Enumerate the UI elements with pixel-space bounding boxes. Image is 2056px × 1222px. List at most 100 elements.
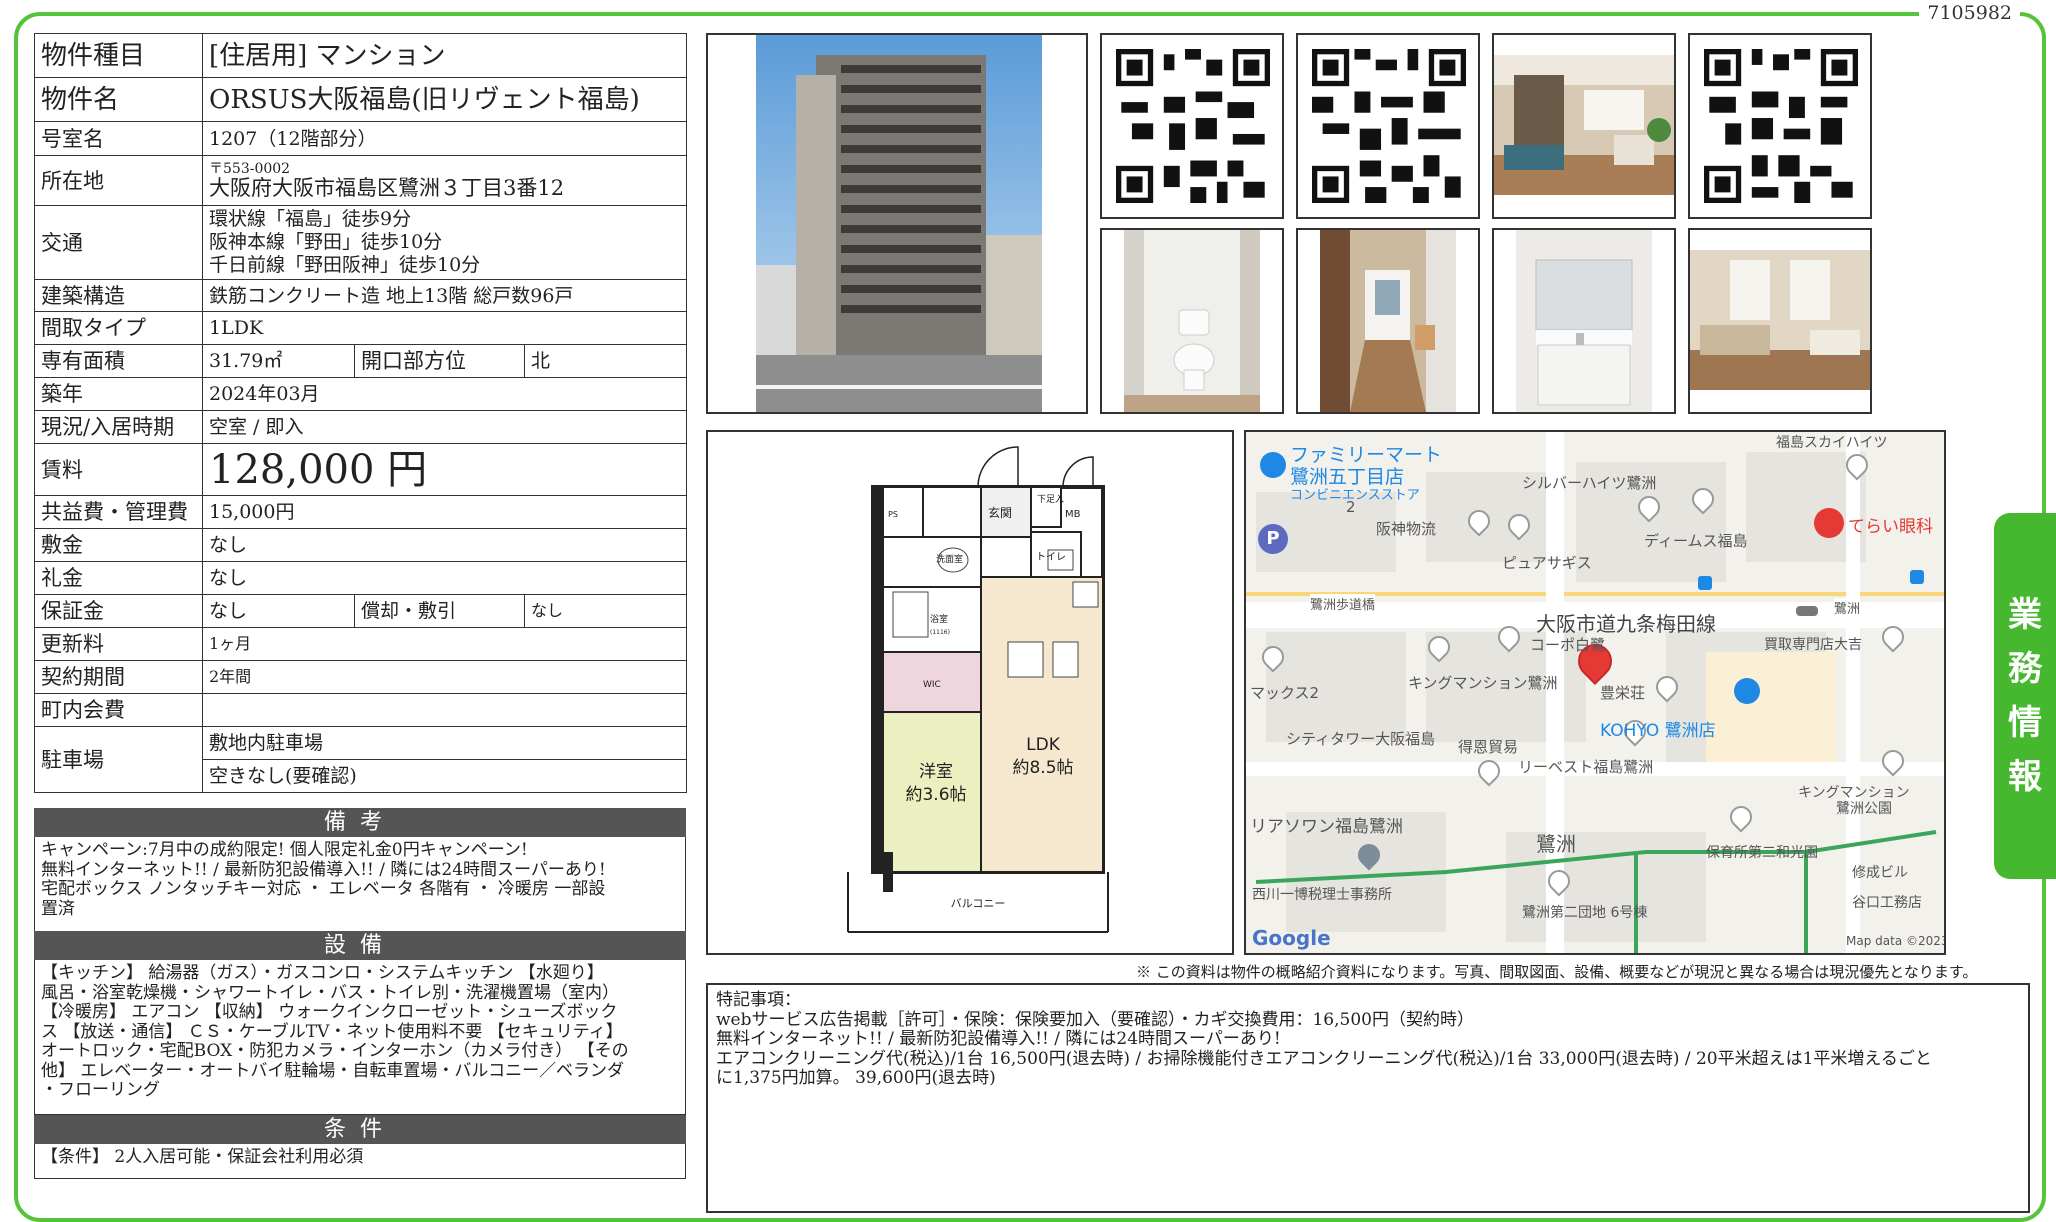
- amort-value: なし: [524, 594, 687, 628]
- deposit-value: なし: [202, 528, 687, 562]
- interior-photo-living[interactable]: [1492, 33, 1676, 219]
- town-value: [202, 693, 687, 727]
- parking-label: 駐車場: [34, 726, 203, 793]
- deposit-label: 敷金: [34, 528, 203, 562]
- fee-label: 共益費・管理費: [34, 495, 203, 529]
- document-id: 7105982: [1919, 2, 2020, 24]
- map-label: 2: [1346, 498, 1356, 516]
- tab-char: 報: [2008, 757, 2042, 797]
- setsubi-line: ス 【放送・通信】 ＣＳ・ケーブルTV・ネット使用料不要 【セキュリティ】: [41, 1021, 623, 1042]
- ps-label: PS: [888, 510, 898, 519]
- traffic-line: 阪神本線「野田」徒歩10分: [209, 231, 443, 253]
- building-photo-frame[interactable]: [706, 33, 1088, 414]
- renewal-label: 更新料: [34, 627, 203, 661]
- rent-label: 賃料: [34, 443, 203, 496]
- fee-value: 15,000円: [202, 495, 687, 529]
- guarantee-label: 保証金: [34, 594, 203, 628]
- contract-label: 契約期間: [34, 660, 203, 694]
- qr-code-icon: [1312, 49, 1466, 203]
- key-money-value: なし: [202, 561, 687, 595]
- area-label: 専有面積: [34, 344, 203, 378]
- status-label: 現況/入居時期: [34, 410, 203, 444]
- traffic-signal-icon: [1796, 606, 1818, 616]
- map-label: 谷口工務店: [1852, 895, 1922, 911]
- bus-stop-icon: [1910, 570, 1924, 584]
- familymart-icon[interactable]: [1260, 452, 1286, 478]
- living-room-photo: [1494, 55, 1674, 195]
- map-label: 鷺洲: [1536, 832, 1576, 856]
- traffic-label: 交通: [34, 205, 203, 280]
- room1-label: 洋室: [919, 762, 953, 782]
- business-info-tab[interactable]: 業 務 情 報: [1994, 513, 2056, 879]
- interior-photo-washroom[interactable]: [1492, 228, 1676, 414]
- setsubi-line: 【冷暖房】 エアコン 【収納】 ウォークインクローゼット・シューズボック: [41, 1002, 618, 1022]
- built-value: 2024年03月: [202, 377, 687, 411]
- biko-line: キャンペーン:7月中の成約限定! 個人限定礼金0円キャンペーン!: [41, 840, 528, 860]
- kohyo-shop-icon[interactable]: [1734, 678, 1760, 704]
- status-value: 空室 / 即入: [202, 410, 687, 444]
- washroom-photo: [1516, 230, 1652, 412]
- setsubi-line: オートロック・宅配BOX・防犯カメラ・インターホン（カメラ付き） 【その: [41, 1041, 629, 1061]
- map-label: コーポ白鷺: [1530, 636, 1606, 654]
- qr-code-3[interactable]: [1688, 33, 1872, 219]
- jouken-header: 条件: [34, 1115, 686, 1144]
- clinic-icon[interactable]: [1814, 508, 1844, 538]
- jouken-body: 【条件】 2人入居可能・保証会社利用必須: [34, 1144, 686, 1179]
- bath-label: 浴室: [930, 613, 948, 625]
- traffic-line: 環状線「福島」徒歩9分: [209, 208, 412, 230]
- qr-code-1[interactable]: [1100, 33, 1284, 219]
- qr-code-icon: [1704, 49, 1858, 203]
- disclaimer-notice: ※ この資料は物件の概略紹介資料になります。写真、間取図面、設備、概要などが現況…: [1136, 963, 1978, 981]
- map-label: 修成ビル: [1852, 865, 1908, 881]
- map-label: シティタワー大阪福島: [1286, 730, 1436, 748]
- map-label: リーベスト福島鷺洲: [1518, 758, 1654, 776]
- interior-photo-toilet[interactable]: [1100, 228, 1284, 414]
- wic-label: WIC: [923, 680, 941, 690]
- setsubi-body: 【キッチン】 給湯器（ガス）・ガスコンロ・システムキッチン 【水廻り】 風呂・浴…: [34, 960, 686, 1115]
- balcony-label: バルコニー: [951, 897, 1006, 910]
- google-logo: Google: [1252, 926, 1331, 950]
- biko-line: 宅配ボックス ノンタッチキー対応 ・ エレベータ 各階有 ・ 冷暖房 一部設: [41, 879, 606, 899]
- tab-char: 情: [2008, 703, 2042, 743]
- built-label: 築年: [34, 377, 203, 411]
- area-value: 31.79㎡: [202, 344, 355, 378]
- floor-plan[interactable]: 洋室 約3.6帖 LDK 約8.5帖 バルコニー 玄関 下足入 MB 洗面室 浴…: [706, 430, 1234, 955]
- room-value: 1207（12階部分）: [202, 121, 687, 156]
- map-label: ディームス福島: [1644, 532, 1748, 550]
- remarks-line: 特記事項：: [716, 990, 801, 1010]
- type-label: 物件種目: [34, 33, 203, 78]
- jouken-section: 条件 【条件】 2人入居可能・保証会社利用必須: [34, 1115, 686, 1179]
- setsubi-section: 設備 【キッチン】 給湯器（ガス）・ガスコンロ・システムキッチン 【水廻り】 風…: [34, 931, 686, 1115]
- building-photo: [756, 35, 1042, 412]
- setsubi-line: 【キッチン】 給湯器（ガス）・ガスコンロ・システムキッチン 【水廻り】: [41, 963, 604, 983]
- map-label: KOHYO 鷺洲店: [1600, 721, 1716, 741]
- parking-icon[interactable]: P: [1258, 524, 1288, 554]
- address-label: 所在地: [34, 155, 203, 206]
- map-label: リアソワン福島鷺洲: [1250, 817, 1403, 837]
- interior-photo-hallway[interactable]: [1296, 228, 1480, 414]
- remarks-line: エアコンクリーニング代(税込)/1台 16,500円(退去時) / お掃除機能付…: [716, 1048, 1932, 1069]
- map-label: 鷺洲第二団地 6号棟: [1522, 905, 1648, 921]
- contract-value: 2年間: [202, 660, 687, 694]
- town-label: 町内会費: [34, 693, 203, 727]
- bath-sub-label: (1116): [930, 629, 950, 636]
- map-label: ピュアサギス: [1502, 554, 1592, 572]
- guarantee-value: なし: [202, 594, 355, 628]
- map-data-credit: Map data ©2023: [1846, 934, 1946, 948]
- qr-code-icon: [1116, 49, 1270, 203]
- map-label: 西川一博税理士事務所: [1252, 887, 1392, 903]
- map-label: キングマンション鷺洲: [1408, 674, 1558, 692]
- address-cell: 〒553-0002 大阪府大阪市福島区鷺洲３丁目3番12: [202, 155, 687, 206]
- setsubi-line: ・フローリング: [41, 1080, 160, 1100]
- remarks-line: 無料インターネット!! / 最新防犯設備導入!! / 隣には24時間スーパーあり…: [716, 1029, 1281, 1049]
- qr-code-2[interactable]: [1296, 33, 1480, 219]
- room2-label: LDK: [1026, 735, 1061, 755]
- map-label: 阪神物流: [1376, 520, 1437, 538]
- location-map[interactable]: P ファミリーマート 鷺洲五丁目店 コンビニエンスストア 2 シルバーハイツ鷺洲…: [1244, 430, 1946, 955]
- map-label: 保育所第二和光園: [1706, 845, 1818, 861]
- map-label: てらい眼科: [1848, 517, 1933, 537]
- wash-label: 洗面室: [936, 553, 963, 565]
- interior-photo-room[interactable]: [1688, 228, 1872, 414]
- map-label: 得恩貿易: [1458, 738, 1519, 756]
- map-label: シルバーハイツ鷺洲: [1522, 474, 1657, 492]
